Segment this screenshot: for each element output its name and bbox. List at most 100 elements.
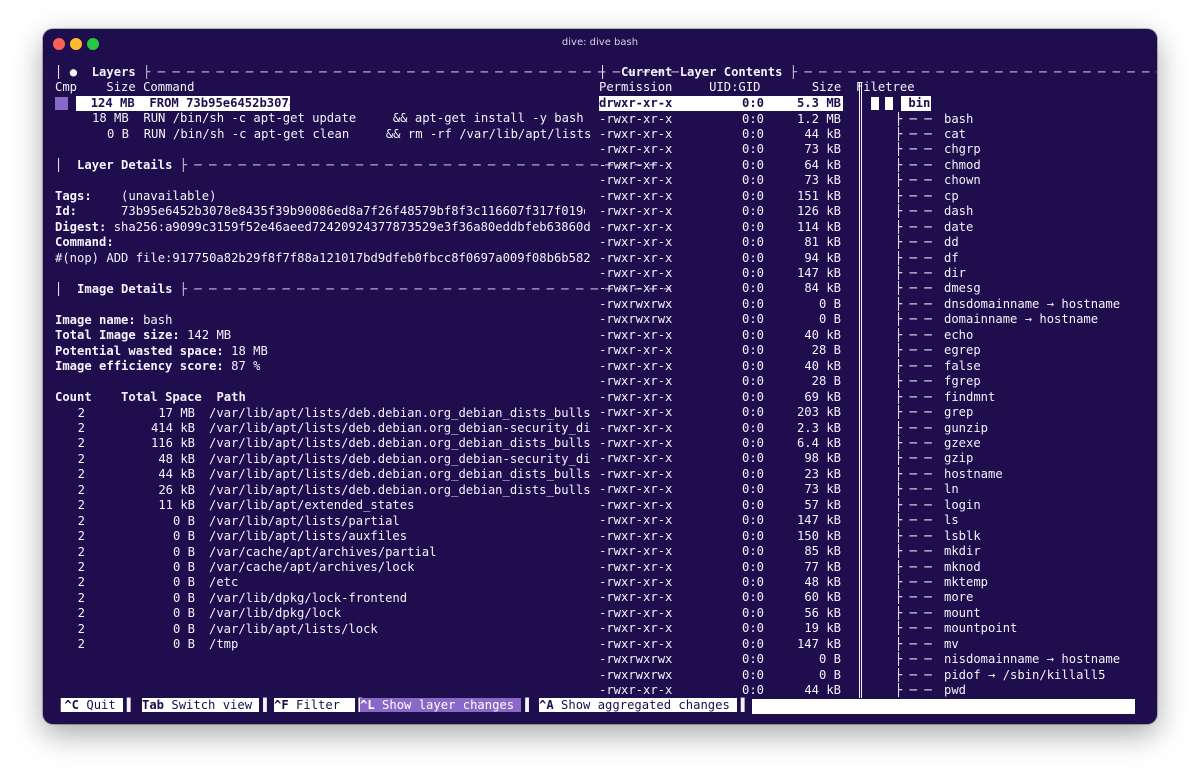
file-uid-gid: 0:0: [741, 266, 764, 280]
file-size: 0 B: [818, 667, 841, 682]
tree-branch-icon: ├ ─ ─: [895, 235, 932, 250]
file-name: more: [944, 590, 974, 605]
file-uid-gid: 0:0: [741, 389, 764, 404]
file-size: 73 kB: [804, 142, 841, 157]
tree-branch-icon: ├ ─ ─: [895, 528, 932, 543]
file-name: ls: [944, 513, 959, 528]
file-permission: -rwxr-xr-x: [599, 157, 673, 172]
file-size: 19 kB: [804, 621, 841, 636]
file-uid-gid: 0:0: [741, 636, 764, 651]
col-uid-gid: UID:GID: [709, 80, 761, 94]
wasted-count: 2: [77, 575, 85, 590]
file-size: 69 kB: [804, 389, 841, 404]
filter-shortcut[interactable]: ^F Filter ▐: [274, 698, 362, 714]
filter-input[interactable]: [752, 699, 1135, 714]
file-permission: -rwxr-xr-x: [599, 266, 673, 280]
wasted-space: 414 kB: [150, 420, 195, 435]
file-permission: -rwxr-xr-x: [599, 513, 673, 528]
tree-guide-line: [859, 82, 860, 698]
file-size: 60 kB: [804, 590, 841, 605]
file-uid-gid: 0:0: [741, 513, 764, 528]
wasted-space-row: Potential wasted space: 18 MB: [55, 344, 268, 359]
file-name: chown: [944, 173, 981, 188]
tree-branch-icon: ├ ─ ─: [895, 683, 932, 698]
layer-size: 124 MB: [90, 96, 135, 110]
col-command: Command: [143, 80, 195, 94]
wasted-count: 2: [77, 513, 85, 528]
wasted-count: 2: [77, 467, 85, 482]
tree-branch-icon: ├ ─ ─: [895, 219, 932, 234]
tree-guide-line: [861, 82, 862, 698]
wasted-count: 2: [77, 420, 85, 435]
file-name: df: [944, 250, 959, 265]
wasted-space: 116 kB: [150, 436, 195, 451]
wasted-count: 2: [77, 405, 85, 420]
total-size-value: 142 MB: [187, 328, 232, 342]
file-permission: -rwxr-xr-x: [599, 636, 673, 651]
col-file-size: Size: [811, 80, 842, 94]
file-uid-gid: 0:0: [741, 605, 764, 620]
col-filetree: Filetree: [855, 80, 915, 94]
tree-branch-icon: ├ ─ ─: [895, 482, 932, 497]
file-size: 28 B: [811, 374, 841, 389]
tags-value: (unavailable): [121, 189, 217, 203]
file-size: 5.3 MB: [783, 96, 841, 112]
layer-row-selected[interactable]: 124 MB FROM 73b95e6452b3078: [76, 96, 290, 112]
tree-branch-icon: ├ ─ ─: [895, 126, 932, 141]
terminal-screen[interactable]: │ ● Layers ├ ─ ─ ─ ─ ─ ─ ─ ─ ─ ─ ─ ─ ─ ─…: [43, 29, 1157, 724]
file-permission: -rwxr-xr-x: [599, 435, 673, 450]
file-uid-gid: 0:0: [741, 482, 764, 497]
tree-branch-icon: ├ ─ ─: [895, 142, 932, 157]
contents-column-headers: Permission UID:GID Size Filetree: [599, 80, 915, 95]
layer-row[interactable]: 0 B RUN /bin/sh -c apt-get clean && rm -…: [107, 127, 591, 142]
file-size: 73 kB: [804, 482, 841, 497]
tree-branch-icon: ├ ─ ─: [895, 575, 932, 589]
tree-branch-icon: ├ ─ ─: [895, 420, 932, 435]
layer-command: RUN /bin/sh -c apt-get clean && rm -rf /…: [143, 127, 592, 141]
switch-view-shortcut[interactable]: Tab Switch view ▐: [142, 698, 267, 714]
file-size: 150 kB: [796, 528, 841, 543]
wasted-space: 0 B: [172, 513, 195, 528]
tree-branch-icon: ├ ─ ─: [895, 358, 932, 373]
file-permission: -rwxr-xr-x: [599, 235, 673, 250]
layers-header: │ ● Layers ├ ─ ─ ─ ─ ─ ─ ─ ─ ─ ─ ─ ─ ─ ─…: [55, 65, 679, 80]
file-permission: -rwxr-xr-x: [599, 173, 673, 188]
pane-border-left: │: [55, 65, 70, 79]
aggregated-changes-shortcut[interactable]: ^A Show aggregated changes ▐: [539, 698, 744, 714]
file-size: 77 kB: [804, 559, 841, 574]
file-name: gzexe: [944, 435, 981, 450]
command-label: Command:: [55, 235, 114, 249]
total-size-row: Total Image size: 142 MB: [55, 328, 231, 343]
file-name: date: [944, 219, 974, 234]
wasted-count: 2: [77, 560, 85, 574]
file-permission: -rwxr-xr-x: [599, 559, 673, 574]
file-size: 114 kB: [796, 219, 841, 234]
file-name: findmnt: [944, 389, 996, 404]
file-size: 2.3 kB: [796, 420, 841, 435]
layer-size: 0 B: [107, 127, 130, 141]
layers-column-headers: Cmp Size Command: [55, 80, 194, 95]
quit-shortcut[interactable]: ▌^C Quit ▐: [57, 698, 130, 714]
file-name: echo: [944, 327, 974, 342]
file-name: login: [944, 497, 981, 512]
file-size: 64 kB: [804, 157, 841, 172]
layer-command: RUN /bin/sh -c apt-get update && apt-get…: [143, 111, 584, 125]
file-size: 98 kB: [804, 451, 841, 466]
file-size: 203 kB: [796, 405, 841, 420]
file-uid-gid: 0:0: [741, 142, 764, 157]
contents-header: │ Current Layer Contents ├ ─ ─ ─ ─ ─ ─ ─…: [599, 65, 1157, 79]
file-name: cat: [944, 126, 967, 141]
file-size: 1.2 MB: [796, 111, 841, 126]
file-size: 147 kB: [796, 266, 841, 280]
terminal-window: dive: dive bash │ ● Layers ├ ─ ─ ─ ─ ─ ─…: [43, 29, 1157, 724]
file-uid-gid: 0:0: [741, 466, 764, 481]
file-size: 0 B: [818, 296, 841, 311]
image-details-title: Image Details: [77, 282, 173, 296]
layer-row[interactable]: 18 MB RUN /bin/sh -c apt-get update && a…: [92, 111, 584, 126]
col-count: Count: [55, 390, 92, 404]
tree-dir-name[interactable]: bin: [901, 96, 931, 112]
file-name: egrep: [944, 343, 981, 358]
file-name: gzip: [944, 451, 974, 466]
layer-changes-shortcut[interactable]: ^L Show layer changes ▐: [360, 698, 529, 714]
wasted-space: 0 B: [172, 575, 195, 590]
